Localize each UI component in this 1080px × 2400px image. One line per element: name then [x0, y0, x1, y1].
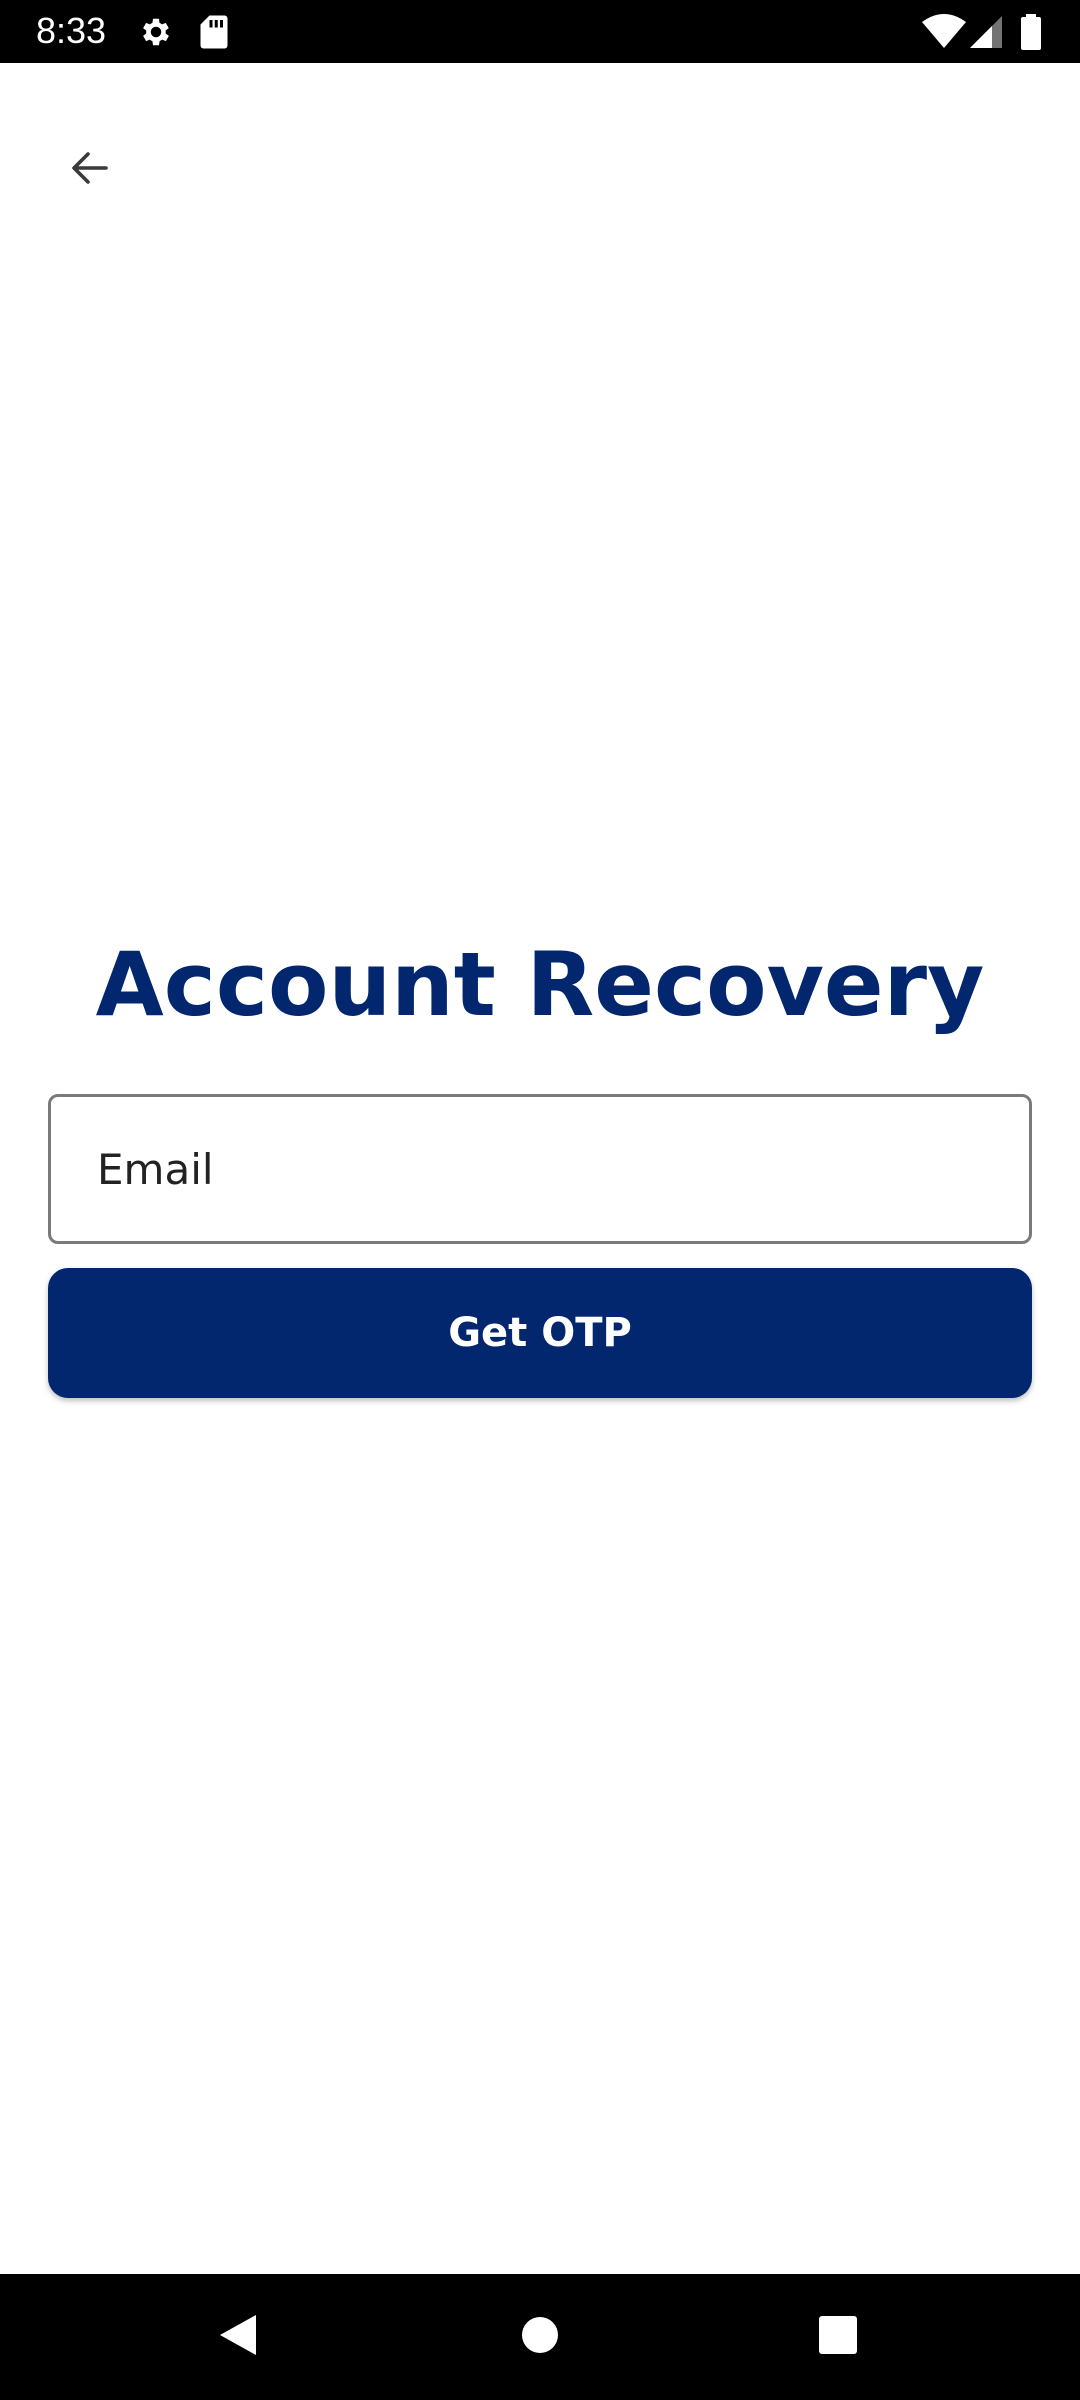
navigation-bar	[0, 2274, 1080, 2400]
account-recovery-screen: 8:33 Account Recovery Email Get OTP	[0, 0, 1080, 2400]
get-otp-label: Get OTP	[448, 1310, 632, 1356]
battery-icon	[1020, 14, 1042, 50]
sd-card-icon	[198, 14, 230, 50]
email-field[interactable]	[48, 1094, 1032, 1244]
back-button[interactable]	[50, 130, 130, 210]
wifi-icon	[922, 14, 966, 50]
nav-back-button[interactable]	[203, 2302, 273, 2372]
page-title: Account Recovery	[95, 933, 985, 1036]
get-otp-button[interactable]: Get OTP	[48, 1268, 1032, 1398]
status-bar: 8:33	[0, 0, 1080, 63]
nav-back-icon	[216, 2311, 260, 2364]
nav-recents-icon	[818, 2315, 858, 2360]
signal-icon	[968, 14, 1004, 50]
email-input[interactable]	[51, 1097, 1029, 1241]
nav-recents-button[interactable]	[803, 2302, 873, 2372]
arrow-back-icon	[66, 144, 114, 197]
nav-home-icon	[520, 2315, 560, 2360]
gear-icon	[138, 14, 174, 50]
status-time: 8:33	[36, 10, 107, 51]
nav-home-button[interactable]	[505, 2302, 575, 2372]
